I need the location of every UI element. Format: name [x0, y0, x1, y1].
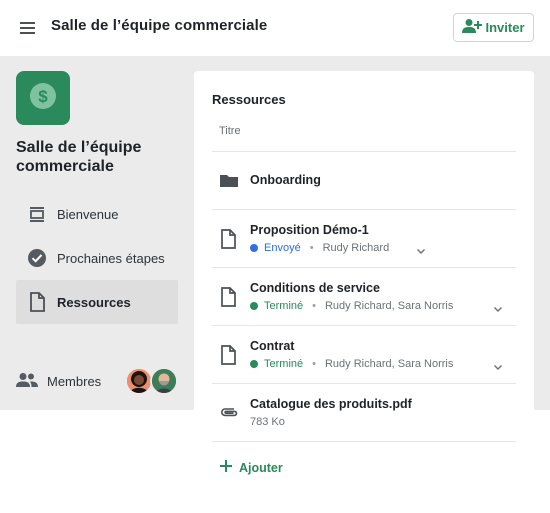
status-dot-icon — [250, 360, 258, 368]
status-badge: Terminé — [264, 358, 304, 370]
invite-button[interactable]: Inviter — [453, 13, 534, 42]
add-resource-button[interactable]: Ajouter — [220, 460, 283, 475]
list-item-document[interactable]: Contrat Terminé • Rudy Richard, Sara Nor… — [212, 326, 516, 383]
item-meta: Terminé • Rudy Richard, Sara Norris — [250, 300, 453, 312]
resources-panel: Ressources Titre Onboarding Proposition … — [194, 71, 534, 513]
add-person-icon — [462, 18, 483, 37]
document-icon — [27, 292, 47, 312]
file-size: 783 Ko — [250, 416, 285, 428]
item-name: Proposition Démo-1 — [250, 223, 369, 237]
sidebar-item-prochaines-etapes[interactable]: Prochaines étapes — [16, 236, 178, 280]
status-dot-icon — [250, 302, 258, 310]
sidebar-item-label: Ressources — [57, 294, 131, 310]
list-item-folder[interactable]: Onboarding — [212, 152, 516, 209]
invite-button-label: Inviter — [485, 20, 525, 35]
item-name: Catalogue des produits.pdf — [250, 397, 412, 411]
list-item-document[interactable]: Proposition Démo-1 Envoyé • Rudy Richard — [212, 210, 516, 267]
status-badge: Terminé — [264, 300, 304, 312]
plus-icon — [220, 460, 232, 475]
sidebar: $ Salle de l’équipe commerciale Bienvenu… — [0, 56, 194, 410]
document-icon — [219, 345, 239, 365]
separator: • — [312, 358, 316, 370]
room-logo: $ — [16, 71, 70, 125]
item-people: Rudy Richard — [322, 242, 390, 254]
people-icon — [16, 372, 38, 391]
status-dot-icon — [250, 244, 258, 252]
list-item-attachment[interactable]: Catalogue des produits.pdf 783 Ko — [212, 384, 516, 441]
separator: • — [312, 300, 316, 312]
item-meta: 783 Ko — [250, 416, 285, 428]
document-icon — [219, 287, 239, 307]
add-button-label: Ajouter — [239, 460, 283, 475]
members-label: Membres — [47, 373, 102, 389]
item-people: Rudy Richard, Sara Norris — [324, 358, 454, 370]
check-circle-icon — [27, 248, 47, 268]
status-badge: Envoyé — [264, 242, 301, 254]
document-icon — [219, 229, 239, 249]
chevron-down-icon[interactable] — [492, 360, 504, 372]
separator: • — [309, 242, 314, 254]
list-item-document[interactable]: Conditions de service Terminé • Rudy Ric… — [212, 268, 516, 325]
chevron-down-icon[interactable] — [415, 244, 427, 256]
sidebar-item-ressources[interactable]: Ressources — [16, 280, 178, 324]
folder-icon — [219, 171, 239, 191]
sidebar-item-label: Bienvenue — [57, 206, 119, 222]
item-name: Conditions de service — [250, 281, 380, 295]
svg-text:$: $ — [38, 87, 48, 106]
sidebar-item-bienvenue[interactable]: Bienvenue — [16, 192, 178, 236]
page-title: Salle de l’équipe commerciale — [51, 17, 268, 34]
item-name: Contrat — [250, 339, 295, 353]
dollar-icon: $ — [29, 82, 57, 115]
item-name: Onboarding — [250, 173, 321, 187]
member-avatars[interactable] — [125, 367, 181, 395]
item-meta: Envoyé • Rudy Richard — [250, 242, 389, 254]
divider — [212, 441, 516, 442]
column-header-title[interactable]: Titre — [219, 125, 241, 137]
top-bar: Salle de l’équipe commerciale Inviter — [0, 0, 550, 56]
sidebar-item-label: Prochaines étapes — [57, 250, 165, 266]
avatar — [150, 367, 178, 395]
avatar — [125, 367, 153, 395]
room-name: Salle de l’équipe commerciale — [16, 139, 142, 175]
item-meta: Terminé • Rudy Richard, Sara Norris — [250, 358, 453, 370]
chevron-down-icon[interactable] — [492, 302, 504, 314]
panel-title: Ressources — [212, 92, 286, 107]
welcome-icon — [27, 204, 47, 224]
paperclip-icon — [219, 403, 239, 423]
item-people: Rudy Richard, Sara Norris — [324, 300, 454, 312]
hamburger-menu-icon[interactable] — [18, 18, 38, 38]
